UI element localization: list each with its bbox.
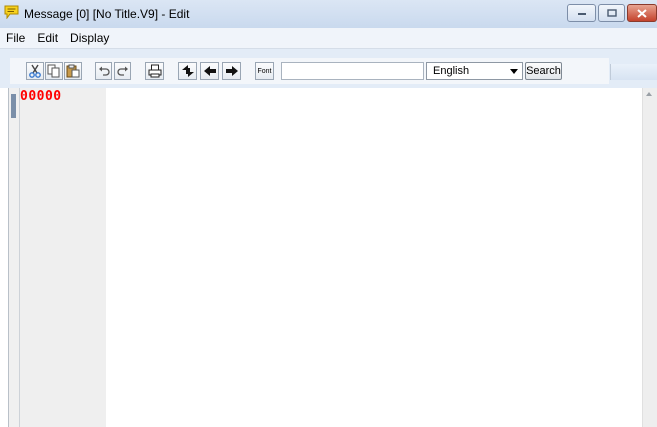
margin-marker bbox=[11, 94, 16, 118]
undo-icon bbox=[98, 66, 110, 76]
print-button[interactable] bbox=[145, 62, 164, 80]
undo-button[interactable] bbox=[95, 62, 112, 80]
editor: 00000 bbox=[0, 88, 657, 427]
close-icon bbox=[637, 8, 647, 18]
copy-button[interactable] bbox=[45, 62, 63, 80]
menu-bar: File Edit Display bbox=[0, 28, 657, 49]
vertical-scrollbar[interactable] bbox=[642, 88, 657, 427]
minimize-icon bbox=[577, 13, 586, 15]
menu-edit[interactable]: Edit bbox=[37, 31, 58, 45]
rewind-icon bbox=[181, 65, 194, 77]
previous-page-button[interactable] bbox=[178, 62, 197, 80]
menu-display[interactable]: Display bbox=[70, 31, 109, 45]
back-button[interactable] bbox=[200, 62, 219, 80]
language-select-value: English bbox=[433, 65, 470, 77]
language-select[interactable]: English bbox=[426, 62, 523, 80]
paste-button[interactable] bbox=[64, 62, 82, 80]
cut-button[interactable] bbox=[26, 62, 44, 80]
toolbar-extension bbox=[610, 64, 657, 80]
menu-file[interactable]: File bbox=[6, 31, 25, 45]
window-title: Message [0] [No Title.V9] - Edit bbox=[24, 7, 190, 21]
maximize-button[interactable] bbox=[598, 4, 625, 22]
redo-button[interactable] bbox=[114, 62, 131, 80]
scroll-up-icon[interactable] bbox=[646, 92, 652, 96]
search-input[interactable] bbox=[281, 62, 424, 80]
scissors-icon bbox=[29, 64, 41, 78]
search-button[interactable]: Search bbox=[525, 62, 562, 80]
arrow-left-icon bbox=[203, 66, 216, 76]
close-button[interactable] bbox=[627, 4, 657, 22]
paste-icon bbox=[66, 64, 80, 78]
forward-button[interactable] bbox=[222, 62, 241, 80]
speech-bubble-icon bbox=[4, 5, 19, 20]
app-window: Message [0] [No Title.V9] - Edit File Ed… bbox=[0, 0, 657, 427]
redo-icon bbox=[116, 66, 128, 76]
message-text-area[interactable] bbox=[106, 88, 642, 427]
copy-icon bbox=[47, 64, 60, 78]
left-edge-bar bbox=[8, 88, 20, 427]
chevron-down-icon bbox=[510, 69, 518, 74]
maximize-icon bbox=[606, 9, 617, 17]
toolbar: Font English Search bbox=[10, 58, 657, 84]
font-button[interactable]: Font bbox=[255, 62, 274, 80]
title-bar[interactable]: Message [0] [No Title.V9] - Edit bbox=[0, 0, 657, 28]
line-number: 00000 bbox=[20, 89, 62, 104]
arrow-right-icon bbox=[225, 66, 238, 76]
line-number-gutter bbox=[20, 88, 106, 427]
minimize-button[interactable] bbox=[567, 4, 596, 22]
printer-icon bbox=[148, 64, 161, 78]
